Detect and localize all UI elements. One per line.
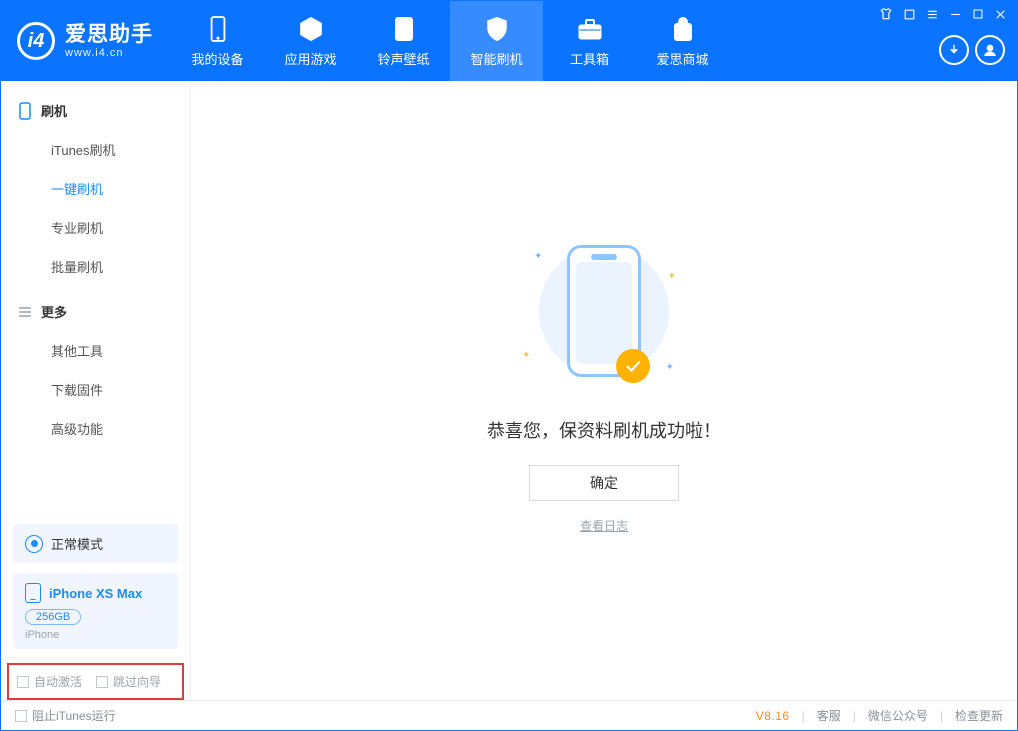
list-icon (17, 304, 33, 320)
sparkle-icon: ✦ (534, 251, 542, 262)
nav-smart-flash[interactable]: 智能刷机 (450, 1, 543, 81)
checkbox-icon (17, 676, 29, 688)
ok-button[interactable]: 确定 (529, 465, 679, 501)
nav-apps-games[interactable]: 应用游戏 (264, 1, 357, 81)
block-itunes-checkbox[interactable]: 阻止iTunes运行 (15, 707, 116, 724)
mode-label: 正常模式 (51, 534, 103, 553)
section-title: 更多 (41, 302, 67, 321)
sidebar-item-one-click-flash[interactable]: 一键刷机 (1, 169, 190, 208)
success-message: 恭喜您，保资料刷机成功啦！ (487, 417, 721, 443)
nav-label: 铃声壁纸 (377, 49, 429, 68)
device-type: iPhone (25, 629, 166, 641)
section-title: 刷机 (41, 101, 67, 120)
checkbox-icon (15, 710, 27, 722)
mode-indicator-icon (25, 535, 43, 553)
app-title: 爱思助手 (65, 23, 153, 46)
sparkle-icon: ✦ (522, 350, 530, 361)
nav-label: 我的设备 (191, 49, 243, 68)
sidebar-section-more[interactable]: 更多 (1, 292, 190, 331)
phone-icon (25, 583, 41, 603)
checkbox-label: 跳过向导 (113, 673, 161, 690)
phone-outline-icon (17, 103, 33, 119)
flash-options: 自动激活 跳过向导 (7, 663, 184, 700)
cube-small-icon[interactable] (903, 8, 916, 21)
logo-text: 爱思助手 www.i4.cn (65, 23, 153, 58)
success-illustration: ✦ ✦ ✦ ✦ (504, 231, 704, 391)
version-label: V8.16 (756, 709, 790, 723)
nav-tabs: 我的设备 应用游戏 铃声壁纸 智能刷机 工具箱 爱思商城 (171, 1, 729, 81)
checkbox-icon (96, 676, 108, 688)
minimize-button[interactable] (949, 8, 962, 21)
nav-my-device[interactable]: 我的设备 (171, 1, 264, 81)
checkbox-label: 自动激活 (34, 673, 82, 690)
body: 刷机 iTunes刷机 一键刷机 专业刷机 批量刷机 更多 其他工具 下载固件 … (1, 81, 1017, 700)
device-icon (204, 15, 232, 43)
support-link[interactable]: 客服 (817, 707, 841, 724)
bag-icon (669, 15, 697, 43)
music-file-icon (390, 15, 418, 43)
main-content: ✦ ✦ ✦ ✦ 恭喜您，保资料刷机成功啦！ 确定 查看日志 (191, 81, 1017, 700)
nav-ringtones[interactable]: 铃声壁纸 (357, 1, 450, 81)
success-check-icon (616, 349, 650, 383)
separator: | (853, 709, 856, 723)
menu-icon[interactable] (926, 8, 939, 21)
topbar: i4 爱思助手 www.i4.cn 我的设备 应用游戏 铃声壁纸 智能刷机 工具… (1, 1, 1017, 81)
sparkle-icon: ✦ (666, 362, 674, 373)
logo-icon: i4 (17, 22, 55, 60)
wechat-link[interactable]: 微信公众号 (868, 707, 928, 724)
sidebar-item-itunes-flash[interactable]: iTunes刷机 (1, 130, 190, 169)
view-log-link[interactable]: 查看日志 (580, 517, 628, 534)
nav-label: 工具箱 (570, 49, 609, 68)
nav-toolbox[interactable]: 工具箱 (543, 1, 636, 81)
separator: | (802, 709, 805, 723)
download-button[interactable] (939, 35, 969, 65)
sidebar-item-batch-flash[interactable]: 批量刷机 (1, 247, 190, 286)
maximize-button[interactable] (972, 8, 984, 20)
nav-label: 爱思商城 (656, 49, 708, 68)
check-update-link[interactable]: 检查更新 (955, 707, 1003, 724)
close-button[interactable] (994, 8, 1007, 21)
statusbar: 阻止iTunes运行 V8.16 | 客服 | 微信公众号 | 检查更新 (1, 700, 1017, 730)
sidebar-item-pro-flash[interactable]: 专业刷机 (1, 208, 190, 247)
checkbox-label: 阻止iTunes运行 (32, 707, 116, 724)
storage-badge: 256GB (25, 609, 81, 625)
toolbox-icon (576, 15, 604, 43)
logo[interactable]: i4 爱思助手 www.i4.cn (1, 1, 171, 81)
nav-label: 应用游戏 (284, 49, 336, 68)
sidebar-item-other-tools[interactable]: 其他工具 (1, 331, 190, 370)
device-mode[interactable]: 正常模式 (13, 524, 178, 563)
user-button[interactable] (975, 35, 1005, 65)
auto-activate-checkbox[interactable]: 自动激活 (17, 673, 82, 690)
tshirt-icon[interactable] (879, 7, 893, 21)
device-name: iPhone XS Max (49, 586, 142, 601)
refresh-shield-icon (483, 15, 511, 43)
skip-guide-checkbox[interactable]: 跳过向导 (96, 673, 161, 690)
cube-icon (297, 15, 325, 43)
app-subtitle: www.i4.cn (65, 47, 153, 59)
separator: | (940, 709, 943, 723)
sidebar: 刷机 iTunes刷机 一键刷机 专业刷机 批量刷机 更多 其他工具 下载固件 … (1, 81, 191, 700)
sidebar-item-advanced[interactable]: 高级功能 (1, 409, 190, 448)
sidebar-section-flash[interactable]: 刷机 (1, 91, 190, 130)
nav-label: 智能刷机 (470, 49, 522, 68)
sparkle-icon: ✦ (668, 271, 676, 282)
sidebar-item-download-firmware[interactable]: 下载固件 (1, 370, 190, 409)
window-controls (879, 7, 1007, 21)
nav-store[interactable]: 爱思商城 (636, 1, 729, 81)
device-card[interactable]: iPhone XS Max 256GB iPhone (13, 573, 178, 649)
